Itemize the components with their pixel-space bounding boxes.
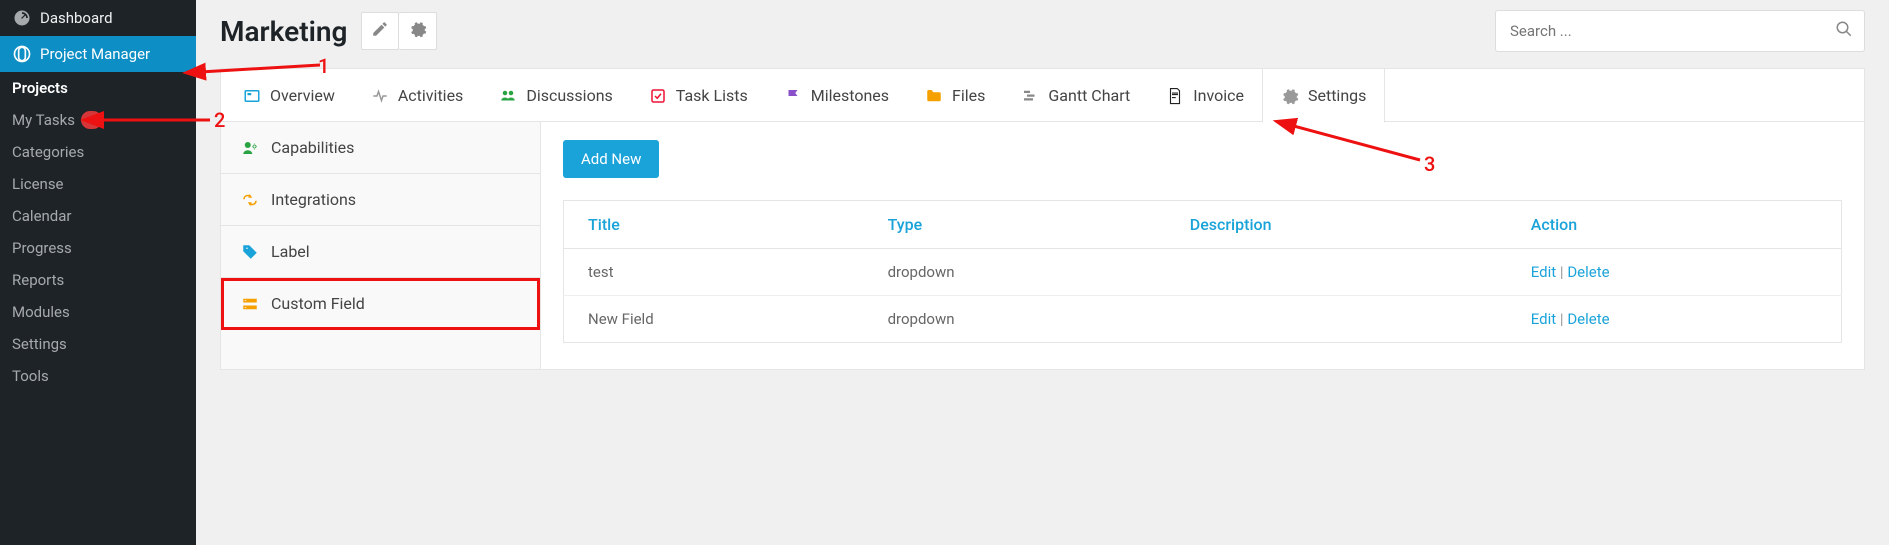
tab-invoice[interactable]: Invoice	[1148, 68, 1262, 122]
sidebar-item-modules[interactable]: Modules	[0, 296, 196, 328]
discussion-icon	[499, 87, 517, 105]
integrations-icon	[241, 191, 259, 209]
search-input[interactable]	[1495, 10, 1865, 52]
submenu-label[interactable]: Label	[221, 226, 540, 278]
col-description: Description	[1166, 201, 1507, 249]
project-tabs: Overview Activities Discussions Task Lis…	[220, 68, 1865, 122]
col-title: Title	[564, 201, 864, 249]
gear-icon	[409, 20, 427, 42]
tasklist-icon	[649, 87, 667, 105]
custom-fields-table: Title Type Description Action test dropd…	[563, 200, 1842, 343]
sidebar-item-categories[interactable]: Categories	[0, 136, 196, 168]
tab-gantt[interactable]: Gantt Chart	[1003, 68, 1148, 122]
sidebar-item-tools[interactable]: Tools	[0, 360, 196, 392]
tab-task-lists[interactable]: Task Lists	[631, 68, 766, 122]
tab-activities[interactable]: Activities	[353, 68, 481, 122]
submenu-custom-field[interactable]: Custom Field	[221, 278, 540, 330]
sidebar-item-settings-nav[interactable]: Settings	[0, 328, 196, 360]
add-new-button[interactable]: Add New	[563, 140, 659, 178]
search-wrap	[1495, 10, 1865, 52]
edit-button[interactable]	[361, 12, 399, 50]
sidebar-item-reports[interactable]: Reports	[0, 264, 196, 296]
delete-link[interactable]: Delete	[1567, 263, 1609, 281]
sidebar-item-dashboard[interactable]: Dashboard	[0, 0, 196, 36]
header-left: Marketing	[220, 12, 437, 50]
main-area: Marketing Overview Activities	[196, 0, 1889, 545]
tab-milestones[interactable]: Milestones	[766, 68, 907, 122]
activity-icon	[371, 87, 389, 105]
admin-sidebar: Dashboard Project Manager Projects My Ta…	[0, 0, 196, 545]
page-header: Marketing	[220, 10, 1865, 52]
page-title: Marketing	[220, 15, 347, 48]
invoice-icon	[1166, 87, 1184, 105]
edit-link[interactable]: Edit	[1531, 263, 1556, 281]
table-row: test dropdown Edit | Delete	[564, 249, 1842, 296]
pm-label: Project Manager	[40, 45, 150, 63]
settings-submenu: Capabilities Integrations Label Custom F…	[221, 122, 541, 369]
submenu-capabilities[interactable]: Capabilities	[221, 122, 540, 174]
delete-link[interactable]: Delete	[1567, 310, 1609, 328]
submenu-integrations[interactable]: Integrations	[221, 174, 540, 226]
sidebar-item-my-tasks[interactable]: My Tasks 4	[0, 104, 196, 136]
tab-overview[interactable]: Overview	[225, 68, 353, 122]
edit-link[interactable]: Edit	[1531, 310, 1556, 328]
sidebar-item-project-manager[interactable]: Project Manager	[0, 36, 196, 72]
settings-tab-icon	[1281, 87, 1299, 105]
files-icon	[925, 87, 943, 105]
sidebar-item-progress[interactable]: Progress	[0, 232, 196, 264]
sidebar-item-calendar[interactable]: Calendar	[0, 200, 196, 232]
milestone-icon	[784, 87, 802, 105]
tab-discussions[interactable]: Discussions	[481, 68, 630, 122]
tab-files[interactable]: Files	[907, 68, 1003, 122]
col-type: Type	[864, 201, 1166, 249]
dashboard-label: Dashboard	[40, 9, 113, 27]
search-icon	[1835, 20, 1853, 42]
overview-icon	[243, 87, 261, 105]
sidebar-item-license[interactable]: License	[0, 168, 196, 200]
dashboard-icon	[12, 8, 32, 28]
tab-settings[interactable]: Settings	[1262, 68, 1385, 123]
capabilities-icon	[241, 139, 259, 157]
custom-field-icon	[241, 295, 259, 313]
table-row: New Field dropdown Edit | Delete	[564, 296, 1842, 343]
label-icon	[241, 243, 259, 261]
pencil-icon	[371, 20, 389, 42]
tasks-badge: 4	[81, 111, 102, 129]
sidebar-item-projects[interactable]: Projects	[0, 72, 196, 104]
settings-button[interactable]	[399, 12, 437, 50]
col-action: Action	[1507, 201, 1842, 249]
pm-icon	[12, 44, 32, 64]
gantt-icon	[1021, 87, 1039, 105]
settings-panel: Capabilities Integrations Label Custom F…	[220, 122, 1865, 370]
settings-content: Add New Title Type Description Action te…	[541, 122, 1864, 369]
